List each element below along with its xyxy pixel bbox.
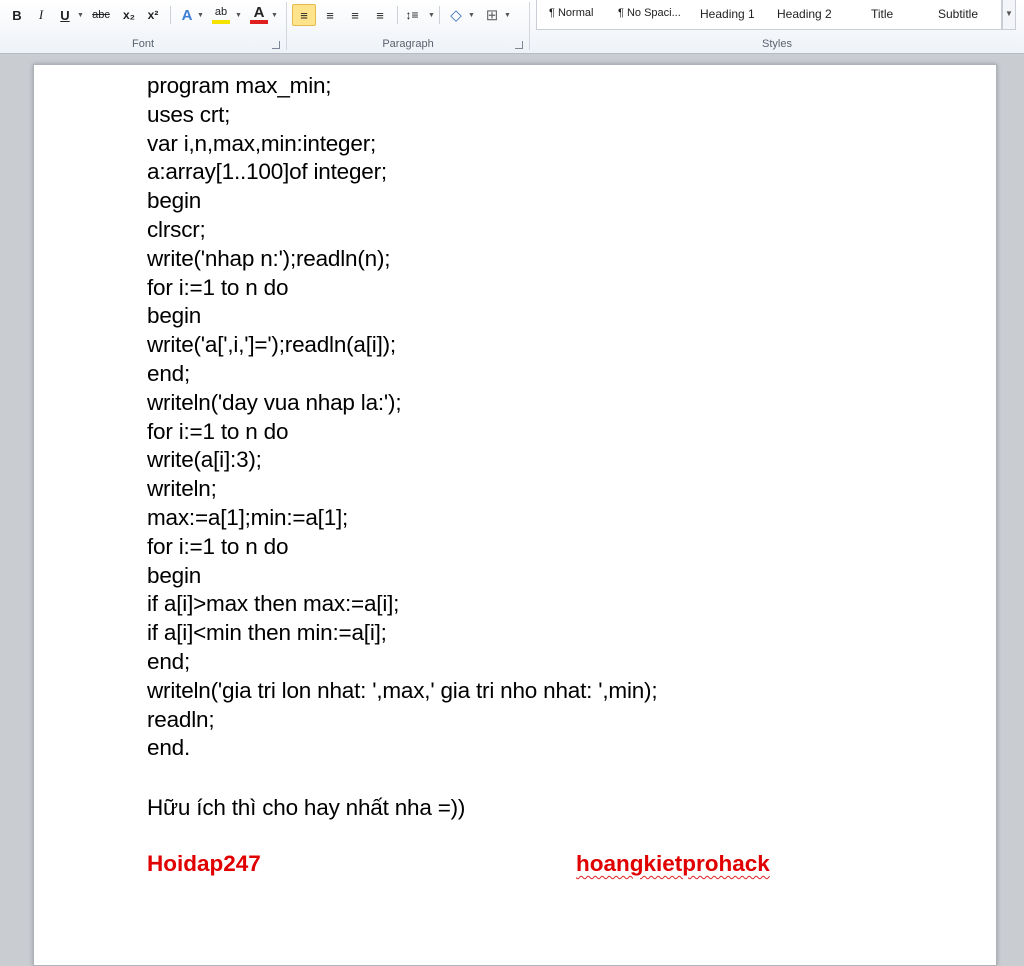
underline-dropdown-icon[interactable]: ▼ bbox=[76, 4, 84, 26]
code-line: end; bbox=[147, 649, 190, 674]
font-color-dropdown-icon[interactable]: ▼ bbox=[270, 4, 278, 26]
style-heading-2[interactable]: Heading 2 bbox=[777, 7, 832, 21]
styles-group-label: Styles bbox=[762, 38, 792, 50]
line-spacing-dropdown-icon[interactable]: ▼ bbox=[427, 4, 435, 26]
toolbar-divider bbox=[170, 6, 171, 24]
code-line: write('a[',i,']=');readln(a[i]); bbox=[147, 332, 396, 358]
code-line: max:=a[1];min:=a[1]; bbox=[147, 505, 349, 530]
strikethrough-button[interactable]: abc bbox=[92, 4, 110, 26]
code-line: begin bbox=[147, 188, 202, 214]
superscript-button[interactable]: x² bbox=[144, 4, 162, 26]
highlight-icon[interactable]: ab bbox=[212, 4, 230, 24]
code-line: if a[i]>max then max:=a[i]; bbox=[147, 591, 400, 617]
code-line: for i:=1 to n do bbox=[147, 533, 289, 559]
align-left-button[interactable]: ≡ bbox=[292, 4, 316, 26]
code-line: clrscr; bbox=[147, 217, 206, 242]
signature-right: hoangkietprohack bbox=[576, 851, 770, 876]
font-group-label: Font bbox=[131, 38, 154, 50]
paragraph-group-label: Paragraph bbox=[382, 38, 434, 50]
code-line: writeln('gia tri lon nhat: ',max,' gia t… bbox=[147, 677, 658, 703]
code-line: write('nhap n:');readln(n); bbox=[147, 245, 391, 271]
bold-button[interactable]: B bbox=[8, 4, 26, 26]
code-line: for i:=1 to n do bbox=[147, 274, 289, 300]
style-no-spacing[interactable]: ¶ No Spaci... bbox=[618, 7, 681, 19]
code-line: begin bbox=[147, 562, 202, 588]
toolbar-divider bbox=[439, 6, 440, 24]
code-line: end; bbox=[147, 361, 190, 386]
shading-icon[interactable]: ◇ bbox=[447, 4, 465, 26]
toolbar-divider bbox=[397, 6, 398, 24]
font-dialog-launcher-icon[interactable] bbox=[272, 41, 280, 49]
subscript-button[interactable]: x₂ bbox=[120, 4, 138, 26]
line-spacing-icon[interactable]: ↕≡ bbox=[403, 4, 421, 26]
font-color-icon[interactable]: A bbox=[250, 4, 268, 24]
code-line: program max_min; bbox=[147, 73, 332, 98]
italic-button[interactable]: I bbox=[32, 4, 50, 26]
style-normal[interactable]: ¶ Normal bbox=[549, 7, 593, 19]
text-effects-dropdown-icon[interactable]: ▼ bbox=[196, 4, 204, 26]
style-title[interactable]: Title bbox=[871, 7, 893, 21]
document-page[interactable]: program max_min;uses crt; var i,n,max,min… bbox=[33, 64, 997, 966]
highlight-dropdown-icon[interactable]: ▼ bbox=[234, 4, 242, 26]
underline-button[interactable]: U bbox=[56, 4, 74, 26]
style-heading-1[interactable]: Heading 1 bbox=[700, 7, 755, 21]
font-group: B I U ▼ abc x₂ x² A ▼ ab ▼ A ▼ Font bbox=[0, 0, 286, 53]
shading-dropdown-icon[interactable]: ▼ bbox=[467, 4, 475, 26]
code-line: uses crt; bbox=[147, 101, 231, 127]
style-subtitle[interactable]: Subtitle bbox=[938, 7, 978, 21]
styles-gallery: ¶ Normal ¶ No Spaci... Heading 1 Heading… bbox=[536, 0, 1002, 30]
paragraph-dialog-launcher-icon[interactable] bbox=[515, 41, 523, 49]
note-line: Hữu ích thì cho hay nhất nha =)) bbox=[147, 795, 466, 820]
code-line: begin bbox=[147, 303, 202, 329]
align-center-button[interactable]: ≡ bbox=[319, 4, 341, 26]
styles-more-icon[interactable]: ▼ bbox=[1002, 0, 1016, 30]
code-line: write(a[i]:3); bbox=[147, 447, 262, 473]
code-line: var i,n,max,min:integer; bbox=[147, 130, 377, 156]
ribbon: B I U ▼ abc x₂ x² A ▼ ab ▼ A ▼ Font ≡ ≡ … bbox=[0, 0, 1024, 54]
code-line: for i:=1 to n do bbox=[147, 418, 289, 444]
paragraph-group: ≡ ≡ ≡ ≡ ↕≡ ▼ ◇ ▼ ⊞ ▼ Paragraph bbox=[287, 0, 529, 53]
code-line: writeln; bbox=[147, 476, 217, 502]
justify-button[interactable]: ≡ bbox=[369, 4, 391, 26]
code-line: if a[i]<min then min:=a[i]; bbox=[147, 620, 387, 646]
align-right-button[interactable]: ≡ bbox=[344, 4, 366, 26]
code-line: readln; bbox=[147, 706, 215, 732]
text-effects-icon[interactable]: A bbox=[178, 4, 196, 26]
code-line: a:array[1..100]of integer; bbox=[147, 159, 387, 185]
code-line: writeln('day vua nhap la:'); bbox=[147, 389, 402, 415]
signature-left: Hoidap247 bbox=[147, 851, 261, 876]
code-line: end. bbox=[147, 735, 190, 761]
borders-icon[interactable]: ⊞ bbox=[483, 4, 501, 26]
borders-dropdown-icon[interactable]: ▼ bbox=[503, 4, 511, 26]
